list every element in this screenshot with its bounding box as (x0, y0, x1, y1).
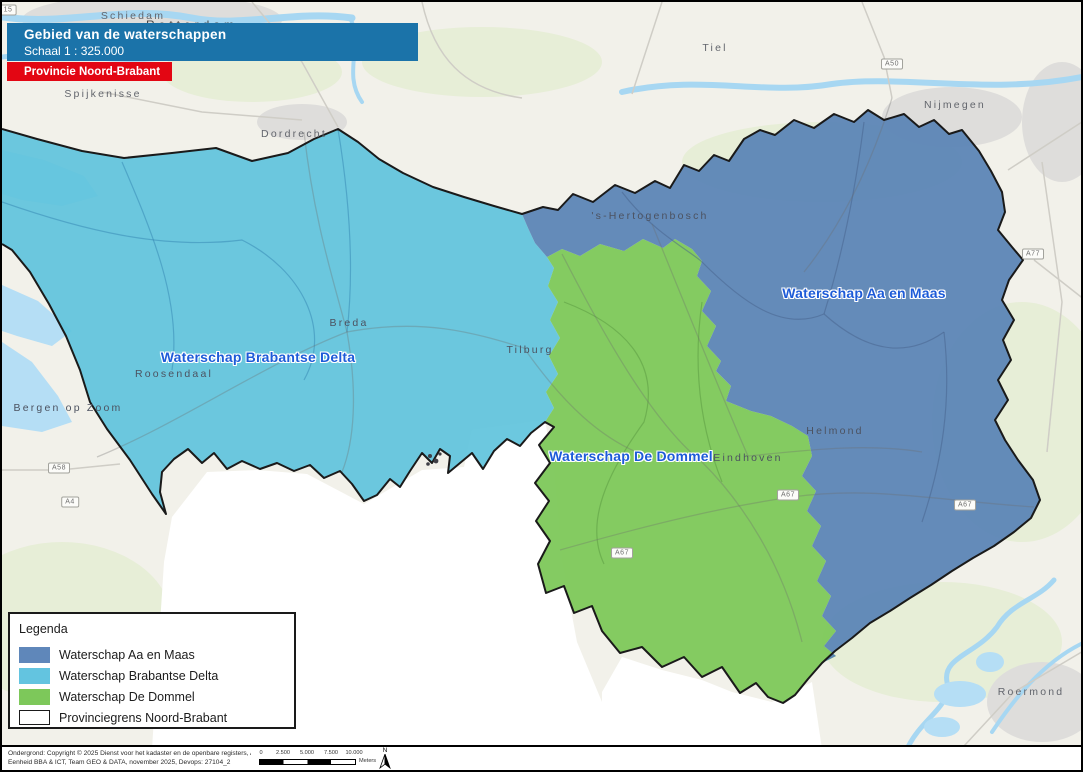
credit-line-2: Eenheid BBA & ICT, Team GEO & DATA, nove… (8, 759, 251, 768)
city-label-breda: Breda (329, 317, 368, 329)
legend-label: Provinciegrens Noord-Brabant (59, 711, 227, 725)
credit-line-1: Ondergrond: Copyright © 2025 Dienst voor… (8, 750, 251, 759)
scale-bar-unit: Meters (359, 758, 376, 764)
legend-label: Waterschap Aa en Maas (59, 648, 195, 662)
city-label-eindhoven: Eindhoven (713, 452, 782, 464)
legend-item-provinciegrens: Provinciegrens Noord-Brabant (19, 707, 294, 728)
region-label-brabantse-delta: Waterschap Brabantse Delta (161, 349, 356, 365)
city-label-bergen-op-zoom: Bergen op Zoom (13, 402, 122, 414)
road-shield-a4: A4 (61, 497, 79, 508)
footer-bar: Ondergrond: Copyright © 2025 Dienst voor… (2, 745, 1081, 770)
city-label-spijkenisse: Spijkenisse (64, 88, 141, 100)
legend-swatch-brabantse-delta (19, 668, 50, 684)
legend-item-de-dommel: Waterschap De Dommel (19, 686, 294, 707)
legend-label: Waterschap De Dommel (59, 690, 195, 704)
map-export-page: Schiedam Rotterdam Spijkenisse Dordrecht… (0, 0, 1083, 772)
road-shield-a50: A50 (881, 59, 903, 70)
north-arrow-icon (378, 754, 392, 769)
scale-tick-7500: 7.500 (324, 750, 338, 756)
legend-swatch-aa-en-maas (19, 647, 50, 663)
province-label: Provincie Noord-Brabant (24, 66, 160, 78)
north-arrow: N (377, 748, 393, 770)
road-shield-a67-west: A67 (777, 490, 799, 501)
region-label-de-dommel: Waterschap De Dommel (549, 448, 713, 464)
city-label-dordrecht: Dordrecht (261, 128, 327, 140)
road-shield-15: 15 (2, 5, 16, 16)
map-title: Gebied van de waterschappen (24, 27, 418, 42)
city-label-nijmegen: Nijmegen (924, 99, 986, 111)
scale-bar: 0 2.500 5.000 7.500 10.000 Meters (259, 750, 355, 768)
road-shield-a58: A58 (48, 463, 70, 474)
legend-swatch-de-dommel (19, 689, 50, 705)
map-scale-text: Schaal 1 : 325.000 (24, 44, 418, 58)
scale-tick-10000: 10.000 (345, 750, 362, 756)
city-label-helmond: Helmond (806, 425, 863, 437)
road-shield-a67-east: A67 (954, 500, 976, 511)
copyright-credits: Ondergrond: Copyright © 2025 Dienst voor… (8, 750, 251, 768)
scale-tick-5000: 5.000 (300, 750, 314, 756)
legend: Legenda Waterschap Aa en Maas Waterschap… (8, 612, 296, 729)
scale-bar-labels: 0 2.500 5.000 7.500 10.000 (259, 750, 355, 757)
road-shield-a67-south: A67 (611, 548, 633, 559)
scale-tick-0: 0 (259, 750, 262, 756)
legend-title: Legenda (19, 622, 294, 636)
legend-swatch-provinciegrens (19, 710, 50, 725)
city-label-tilburg: Tilburg (506, 344, 553, 356)
road-shield-a77: A77 (1022, 249, 1044, 260)
legend-item-brabantse-delta: Waterschap Brabantse Delta (19, 665, 294, 686)
scale-tick-2500: 2.500 (276, 750, 290, 756)
city-label-tiel: Tiel (702, 42, 727, 54)
legend-item-aa-en-maas: Waterschap Aa en Maas (19, 644, 294, 665)
scale-bar-segments (259, 759, 356, 765)
city-label-roermond: Roermond (998, 686, 1065, 698)
map-title-box: Gebied van de waterschappen Schaal 1 : 3… (7, 23, 418, 61)
legend-label: Waterschap Brabantse Delta (59, 669, 218, 683)
province-label-box: Provincie Noord-Brabant (7, 62, 172, 81)
city-label-s-hertogenbosch: 's-Hertogenbosch (591, 210, 708, 222)
city-label-roosendaal: Roosendaal (135, 368, 213, 380)
region-label-aa-en-maas: Waterschap Aa en Maas (782, 285, 945, 301)
